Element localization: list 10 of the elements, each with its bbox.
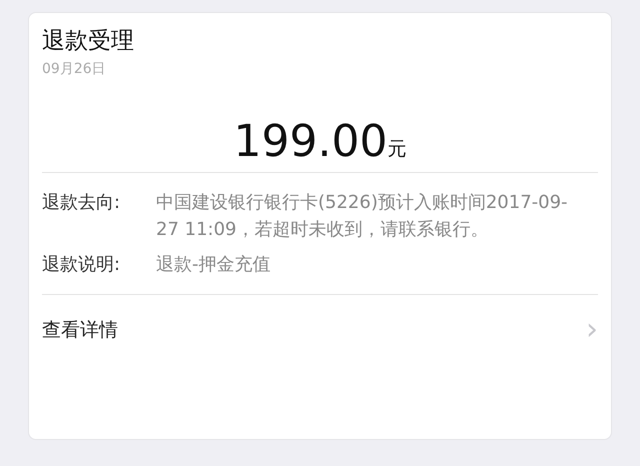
view-details-link[interactable]: 查看详情 › xyxy=(42,294,598,365)
date-text: 09月26日 xyxy=(42,60,107,79)
detail-value: 退款-押金充值 xyxy=(156,252,270,277)
currency-text: 元 xyxy=(387,137,406,162)
chevron-icon: › xyxy=(586,314,598,345)
detail-label: 退款去向: xyxy=(42,190,122,215)
amount-text: 199.00 xyxy=(234,120,388,164)
detail-label: 退款说明: xyxy=(42,252,122,277)
card-title: 退款受理 xyxy=(42,27,135,56)
detail-value: 中国建设银行银行卡(5226)预计入账时间2017-09-27 11:09，若超时未收到，请联系银行。 xyxy=(156,190,569,242)
